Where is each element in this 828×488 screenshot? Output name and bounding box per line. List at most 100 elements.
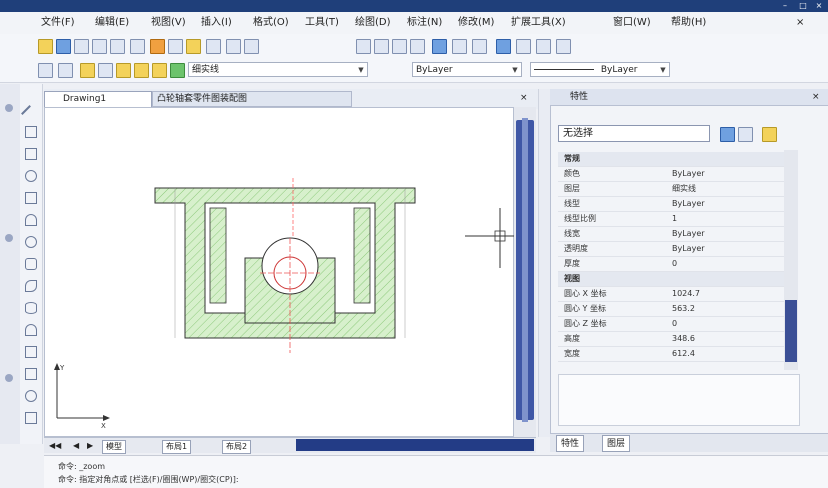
hatch-icon[interactable] xyxy=(25,412,37,424)
redo-icon[interactable] xyxy=(244,39,259,54)
make-block-icon[interactable] xyxy=(25,368,37,380)
quick-select-icon[interactable] xyxy=(720,127,735,142)
close-button[interactable]: × xyxy=(812,0,826,12)
construction-line-icon[interactable] xyxy=(25,126,37,138)
publish-icon[interactable] xyxy=(130,39,145,54)
menu-tools[interactable]: 工具(T) xyxy=(302,15,342,31)
menu-format[interactable]: 格式(O) xyxy=(250,15,292,31)
spline-icon[interactable] xyxy=(25,280,37,292)
property-row[interactable]: 厚度 0 xyxy=(558,257,786,272)
arc-icon[interactable] xyxy=(25,214,37,226)
menu-file[interactable]: 文件(F) xyxy=(38,15,78,31)
drawing-canvas[interactable]: Y X xyxy=(44,107,515,437)
property-category[interactable]: 常规 xyxy=(558,152,786,167)
copy-icon[interactable] xyxy=(168,39,183,54)
undo-icon[interactable] xyxy=(226,39,241,54)
property-row[interactable]: 颜色 ByLayer xyxy=(558,167,786,182)
property-row[interactable]: 宽度 612.4 xyxy=(558,347,786,362)
tab-close-icon[interactable]: × xyxy=(520,93,528,103)
property-row[interactable]: 线型比例 1 xyxy=(558,212,786,227)
tool-palettes-icon[interactable] xyxy=(472,39,487,54)
rectangle-icon[interactable] xyxy=(25,192,37,204)
prev-tab-icon[interactable]: ◀ xyxy=(70,440,82,452)
menu-draw[interactable]: 绘图(D) xyxy=(352,15,394,31)
properties-scroll-thumb[interactable] xyxy=(785,300,797,362)
property-row[interactable]: 圆心 X 坐标 1024.7 xyxy=(558,287,786,302)
layer-dropdown[interactable]: 细实线 ▼ xyxy=(188,62,368,77)
maximize-button[interactable]: □ xyxy=(796,0,810,12)
cut-icon[interactable] xyxy=(150,39,165,54)
command-window[interactable]: 命令: _zoom 命令: 指定对角点或 [栏选(F)/圈围(WP)/圈交(CP… xyxy=(44,455,828,488)
select-objects-icon[interactable] xyxy=(738,127,753,142)
palette-close-icon[interactable]: × xyxy=(812,89,820,105)
new-file-icon[interactable] xyxy=(38,39,53,54)
markup-icon[interactable] xyxy=(516,39,531,54)
menu-extension-tools[interactable]: 扩展工具(X) xyxy=(508,15,569,31)
quickcalc-icon[interactable] xyxy=(536,39,551,54)
tab-layout1[interactable]: 布局1 xyxy=(162,440,192,454)
property-category[interactable]: 视图 xyxy=(558,272,786,287)
tab-properties[interactable]: 特性 xyxy=(556,435,585,452)
ellipse-icon[interactable] xyxy=(25,302,37,314)
zoom-previous-icon[interactable] xyxy=(410,39,425,54)
open-file-icon[interactable] xyxy=(56,39,71,54)
pan-icon[interactable] xyxy=(356,39,371,54)
selection-dropdown[interactable]: 无选择 xyxy=(558,125,710,142)
match-properties-icon[interactable] xyxy=(206,39,221,54)
menu-help[interactable]: 帮助(H) xyxy=(668,15,709,31)
circle-icon[interactable] xyxy=(25,236,37,248)
menu-window[interactable]: 窗口(W) xyxy=(610,15,654,31)
next-tab-icon[interactable]: ▶ xyxy=(84,440,96,452)
point-icon[interactable] xyxy=(25,390,37,402)
layer-color-icon[interactable] xyxy=(170,63,185,78)
zoom-realtime-icon[interactable] xyxy=(374,39,389,54)
menu-insert[interactable]: 插入(I) xyxy=(198,15,235,31)
lineweight-dropdown[interactable]: ByLayer ▼ xyxy=(530,62,670,77)
design-center-icon[interactable] xyxy=(452,39,467,54)
property-row[interactable]: 透明度 ByLayer xyxy=(558,242,786,257)
toggle-pickadd-icon[interactable] xyxy=(762,127,777,142)
properties-icon[interactable] xyxy=(432,39,447,54)
layer-unlock-icon[interactable] xyxy=(152,63,167,78)
layer-state-icon[interactable] xyxy=(58,63,73,78)
property-row[interactable]: 圆心 Z 坐标 0 xyxy=(558,317,786,332)
property-row[interactable]: 高度 348.6 xyxy=(558,332,786,347)
ellipse-arc-icon[interactable] xyxy=(25,324,37,336)
layer-sun-icon[interactable] xyxy=(134,63,149,78)
insert-block-icon[interactable] xyxy=(25,346,37,358)
property-row[interactable]: 圆心 Y 坐标 563.2 xyxy=(558,302,786,317)
document-tab-secondary[interactable]: 凸轮轴套零件图装配图 xyxy=(152,91,352,107)
menu-edit[interactable]: 编辑(E) xyxy=(92,15,132,31)
first-tab-icon[interactable]: ◀◀ xyxy=(46,440,64,452)
line-tool-icon[interactable] xyxy=(21,105,31,115)
sheet-set-icon[interactable] xyxy=(496,39,511,54)
menu-close-icon[interactable]: × xyxy=(796,15,804,31)
help-icon[interactable] xyxy=(556,39,571,54)
property-row[interactable]: 图层 细实线 xyxy=(558,182,786,197)
menu-view[interactable]: 视图(V) xyxy=(148,15,189,31)
print-preview-icon[interactable] xyxy=(110,39,125,54)
layer-lock-icon[interactable] xyxy=(116,63,131,78)
tab-layout2[interactable]: 布局2 xyxy=(222,440,252,454)
polyline-icon[interactable] xyxy=(25,148,37,160)
zoom-window-icon[interactable] xyxy=(392,39,407,54)
property-row[interactable]: 线型 ByLayer xyxy=(558,197,786,212)
menu-dimension[interactable]: 标注(N) xyxy=(404,15,445,31)
save-icon[interactable] xyxy=(74,39,89,54)
polygon-icon[interactable] xyxy=(25,170,37,182)
print-icon[interactable] xyxy=(92,39,107,54)
layer-manager-icon[interactable] xyxy=(38,63,53,78)
property-row[interactable]: 线宽 ByLayer xyxy=(558,227,786,242)
tab-layers[interactable]: 图层 xyxy=(602,435,631,452)
linetype-dropdown[interactable]: ByLayer ▼ xyxy=(412,62,522,77)
paste-icon[interactable] xyxy=(186,39,201,54)
minimize-button[interactable]: – xyxy=(778,0,792,12)
layers-toolbar: 细实线 ▼ ByLayer ▼ ByLayer ▼ xyxy=(0,58,828,83)
tab-model[interactable]: 模型 xyxy=(102,440,126,454)
layer-freeze-icon[interactable] xyxy=(98,63,113,78)
revision-cloud-icon[interactable] xyxy=(25,258,37,270)
canvas-horizontal-scroll-thumb[interactable] xyxy=(296,439,534,451)
document-tab[interactable]: Drawing1 xyxy=(44,91,152,107)
layer-on-icon[interactable] xyxy=(80,63,95,78)
menu-modify[interactable]: 修改(M) xyxy=(455,15,497,31)
